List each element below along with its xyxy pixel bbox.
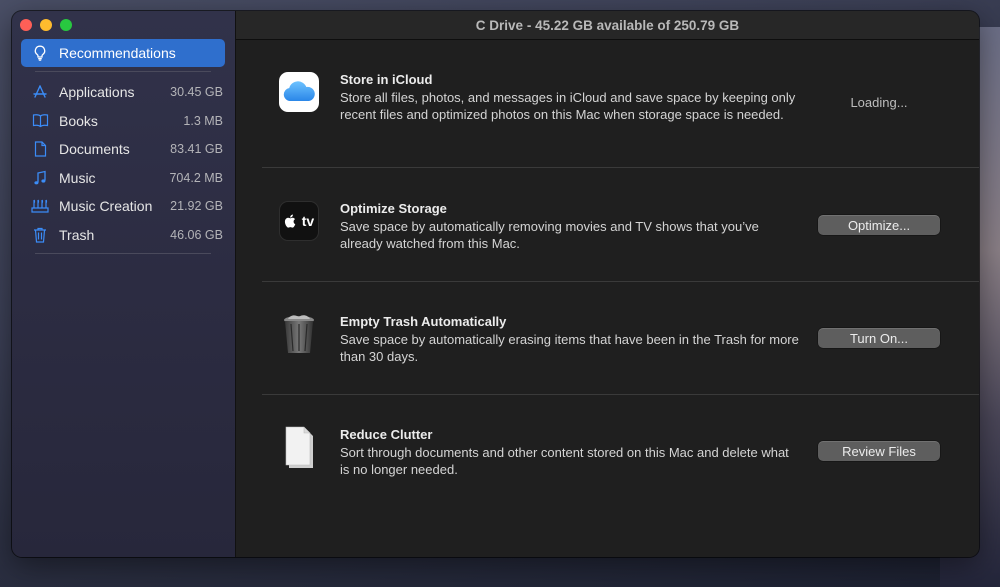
lightbulb-icon <box>21 45 59 61</box>
document-icon <box>21 141 59 157</box>
window-title: C Drive - 45.22 GB available of 250.79 G… <box>236 11 979 40</box>
music-creation-icon <box>21 198 59 214</box>
sidebar-item-label: Applications <box>59 84 135 101</box>
row-divider <box>262 167 979 168</box>
sidebar-item-label: Music <box>59 169 96 186</box>
sidebar-list: Recommendations Applications 30.45 GB Bo… <box>21 39 225 260</box>
recommendation-description: Save space by automatically erasing item… <box>340 332 799 364</box>
minimize-button[interactable] <box>40 19 52 31</box>
sidebar-item-music[interactable]: Music 704.2 MB <box>21 164 225 193</box>
sidebar-item-recommendations[interactable]: Recommendations <box>21 39 225 67</box>
sidebar-item-label: Books <box>59 112 98 129</box>
trash-icon <box>21 227 59 243</box>
storage-management-window: Recommendations Applications 30.45 GB Bo… <box>12 11 979 557</box>
recommendation-optimize-storage: tv Optimize Storage Save space by automa… <box>262 201 979 252</box>
recommendation-title: Reduce Clutter <box>340 427 433 442</box>
recommendation-description: Sort through documents and other content… <box>340 445 789 477</box>
row-divider <box>262 394 979 395</box>
sidebar-item-label: Music Creation <box>59 198 153 215</box>
app-store-icon <box>21 84 59 100</box>
recommendation-empty-trash: Empty Trash Automatically Save space by … <box>262 314 979 365</box>
turn-on-button[interactable]: Turn On... <box>818 328 940 348</box>
music-note-icon <box>21 170 59 186</box>
sidebar-item-music-creation[interactable]: Music Creation 21.92 GB <box>21 192 225 221</box>
main-content: C Drive - 45.22 GB available of 250.79 G… <box>236 11 979 557</box>
row-divider <box>262 281 979 282</box>
close-button[interactable] <box>20 19 32 31</box>
sidebar-separator <box>35 253 211 254</box>
recommendation-title: Empty Trash Automatically <box>340 314 507 329</box>
sidebar-item-size: 83.41 GB <box>170 142 223 157</box>
sidebar-item-documents[interactable]: Documents 83.41 GB <box>21 135 225 164</box>
loading-status: Loading... <box>850 95 908 110</box>
sidebar-item-label: Documents <box>59 141 130 158</box>
recommendation-icloud: Store in iCloud Store all files, photos,… <box>262 72 979 123</box>
sidebar-item-trash[interactable]: Trash 46.06 GB <box>21 221 225 250</box>
sidebar-item-size: 21.92 GB <box>170 199 223 214</box>
book-icon <box>21 113 59 128</box>
zoom-button[interactable] <box>60 19 72 31</box>
recommendation-description: Save space by automatically removing mov… <box>340 219 759 251</box>
apple-tv-icon-text: tv <box>301 213 315 229</box>
recommendation-description: Store all files, photos, and messages in… <box>340 90 796 122</box>
recommendation-title: Store in iCloud <box>340 72 433 87</box>
sidebar-item-size: 30.45 GB <box>170 85 223 100</box>
recommendation-title: Optimize Storage <box>340 201 447 216</box>
review-files-button[interactable]: Review Files <box>818 441 940 461</box>
sidebar-item-label: Trash <box>59 226 95 243</box>
sidebar: Recommendations Applications 30.45 GB Bo… <box>12 11 236 557</box>
sidebar-item-size: 46.06 GB <box>170 227 223 242</box>
icloud-icon <box>279 72 319 112</box>
sidebar-item-size: 704.2 MB <box>169 170 223 185</box>
sidebar-item-books[interactable]: Books 1.3 MB <box>21 107 225 136</box>
sidebar-item-label: Recommendations <box>59 45 176 61</box>
sidebar-item-size: 1.3 MB <box>183 113 223 128</box>
recommendation-reduce-clutter: Reduce Clutter Sort through documents an… <box>262 426 979 478</box>
apple-tv-icon: tv <box>279 201 319 241</box>
optimize-button[interactable]: Optimize... <box>818 215 940 235</box>
sidebar-separator <box>35 71 211 72</box>
documents-stack-icon <box>279 426 319 468</box>
full-trash-icon <box>279 314 319 354</box>
sidebar-item-applications[interactable]: Applications 30.45 GB <box>21 78 225 107</box>
window-controls <box>20 19 72 31</box>
